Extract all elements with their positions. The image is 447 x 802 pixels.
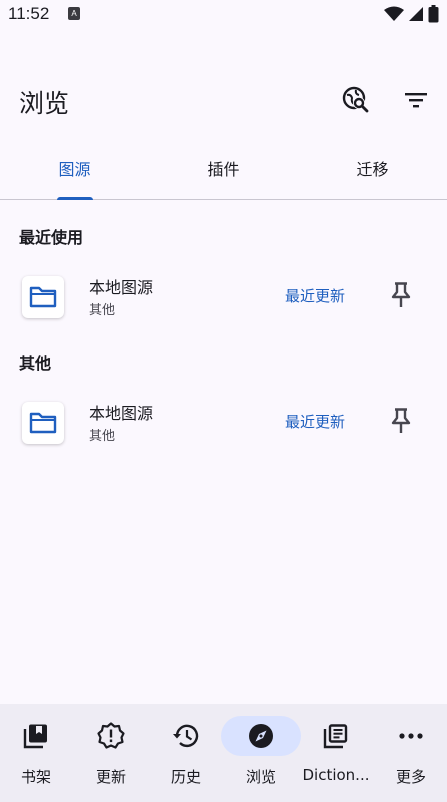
folder-icon xyxy=(29,412,57,434)
top-app-bar: 浏览 xyxy=(0,72,447,128)
pin-button[interactable] xyxy=(386,406,416,436)
folder-icon xyxy=(29,286,57,308)
library-icon xyxy=(23,724,47,749)
source-icon xyxy=(22,276,64,318)
notification-icon: A xyxy=(68,7,80,20)
nav-icon-container xyxy=(79,716,143,756)
tab-row: 图源 插件 迁移 xyxy=(0,150,447,200)
status-bar: 11:52 A xyxy=(0,0,447,28)
tab-label: 图源 xyxy=(58,160,91,179)
history-icon xyxy=(173,724,199,748)
latest-button[interactable]: 最近更新 xyxy=(285,285,345,306)
dictionary-icon xyxy=(323,724,348,749)
source-language: 其他 xyxy=(89,429,116,444)
latest-button[interactable]: 最近更新 xyxy=(285,411,345,432)
updates-icon xyxy=(97,722,125,749)
nav-icon-container xyxy=(154,716,218,756)
wifi-icon xyxy=(384,6,404,21)
nav-browse[interactable]: 浏览 xyxy=(221,716,301,792)
tab-label: 插件 xyxy=(207,160,240,179)
pin-button[interactable] xyxy=(386,280,416,310)
global-search-icon xyxy=(342,86,369,113)
nav-label: 更多 xyxy=(395,768,426,786)
nav-label: 历史 xyxy=(170,768,201,786)
pin-icon xyxy=(391,408,411,433)
section-header-recent: 最近使用 xyxy=(19,228,84,247)
tab-migrate[interactable]: 迁移 xyxy=(298,150,447,199)
nav-icon-container xyxy=(304,716,368,756)
tab-extensions[interactable]: 插件 xyxy=(149,150,298,199)
battery-icon xyxy=(428,5,439,23)
nav-label: 浏览 xyxy=(245,768,276,786)
source-icon xyxy=(22,402,64,444)
signal-icon xyxy=(409,7,423,21)
tab-indicator xyxy=(56,197,93,200)
nav-library[interactable]: 书架 xyxy=(0,716,73,792)
global-search-button[interactable] xyxy=(338,82,374,118)
nav-more[interactable]: 更多 xyxy=(374,716,447,792)
nav-icon-container xyxy=(4,716,68,756)
nav-dictionary[interactable]: Diction... xyxy=(299,716,373,792)
filter-button[interactable] xyxy=(398,82,434,118)
status-icons xyxy=(384,5,439,23)
nav-label: 书架 xyxy=(20,768,51,786)
nav-label: Diction... xyxy=(302,766,370,784)
nav-icon-container xyxy=(221,716,301,756)
source-name: 本地图源 xyxy=(89,278,154,297)
explore-icon xyxy=(249,724,273,748)
status-time: 11:52 xyxy=(8,4,50,23)
more-icon xyxy=(399,733,423,739)
source-row[interactable]: 本地图源 其他 最近更新 xyxy=(0,392,447,456)
pin-icon xyxy=(391,282,411,307)
source-row[interactable]: 本地图源 其他 最近更新 xyxy=(0,266,447,330)
nav-icon-container xyxy=(379,716,443,756)
nav-label: 更新 xyxy=(95,768,126,786)
tab-label: 迁移 xyxy=(356,160,389,179)
nav-updates[interactable]: 更新 xyxy=(74,716,148,792)
page-title: 浏览 xyxy=(19,89,70,118)
nav-history[interactable]: 历史 xyxy=(149,716,223,792)
tab-sources[interactable]: 图源 xyxy=(0,150,149,200)
bottom-navigation: 书架 更新 历史 浏览 Diction... 更多 xyxy=(0,704,447,802)
section-header-other: 其他 xyxy=(19,354,52,373)
browse-screen: 11:52 A 浏览 图源 插件 迁移 最近使用 本地图源 其他 最近更新 其他… xyxy=(0,0,447,802)
filter-icon xyxy=(405,93,427,108)
source-name: 本地图源 xyxy=(89,404,154,423)
source-language: 其他 xyxy=(89,303,116,318)
